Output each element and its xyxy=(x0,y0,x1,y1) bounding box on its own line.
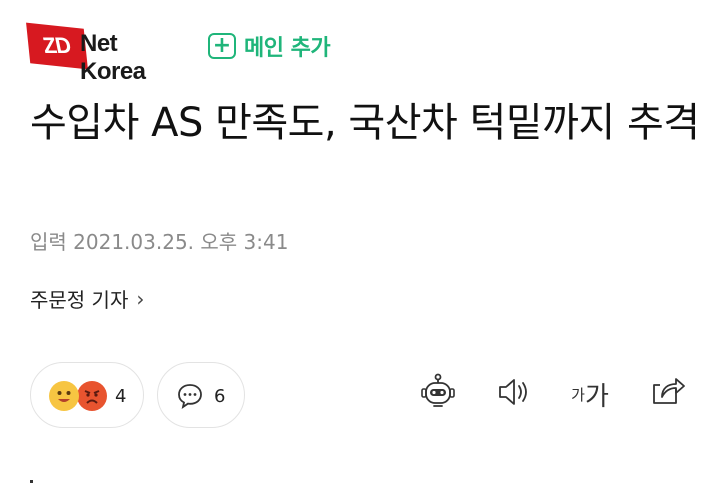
font-size-large-label: 가 xyxy=(584,381,609,412)
speaker-icon xyxy=(494,374,534,414)
article-date: 입력 2021.03.25. 오후 3:41 xyxy=(30,230,289,254)
smile-emoji-icon xyxy=(49,381,79,411)
plus-icon: + xyxy=(208,33,236,59)
share-icon xyxy=(648,373,688,415)
angry-emoji-icon xyxy=(77,381,107,411)
chevron-right-icon: › xyxy=(136,286,145,311)
logo-name: Net Korea xyxy=(80,30,146,85)
add-main-label: 메인 추가 xyxy=(244,36,331,61)
comment-count: 6 xyxy=(214,386,226,407)
speech-bubble-icon xyxy=(176,382,204,414)
zdnet-korea-logo[interactable]: ZD Net Korea xyxy=(26,22,188,85)
summary-bot-button[interactable] xyxy=(414,372,462,416)
text-to-speech-button[interactable] xyxy=(490,372,538,416)
article-title: 수입차 AS 만족도, 국산차 턱밑까지 추격 xyxy=(30,100,700,146)
header: ZD Net Korea + 메인 추가 xyxy=(26,22,331,85)
add-main-button[interactable]: + 메인 추가 xyxy=(208,30,331,62)
divider-dot xyxy=(30,480,33,483)
font-size-button[interactable]: 가가 xyxy=(566,372,614,416)
robot-icon xyxy=(418,372,458,416)
reporter-link[interactable]: 주문정 기자 › xyxy=(30,284,144,313)
logo-mark: ZD xyxy=(40,32,73,59)
reaction-count: 4 xyxy=(115,386,127,407)
logo-mark-box: ZD xyxy=(26,22,88,70)
article-toolbar: 가가 xyxy=(410,372,700,416)
font-size-small-label: 가 xyxy=(571,385,585,404)
reaction-button[interactable]: 4 xyxy=(30,362,144,428)
reporter-name: 주문정 기자 xyxy=(30,288,129,312)
share-button[interactable] xyxy=(644,372,692,416)
comment-button[interactable]: 6 xyxy=(157,362,245,428)
